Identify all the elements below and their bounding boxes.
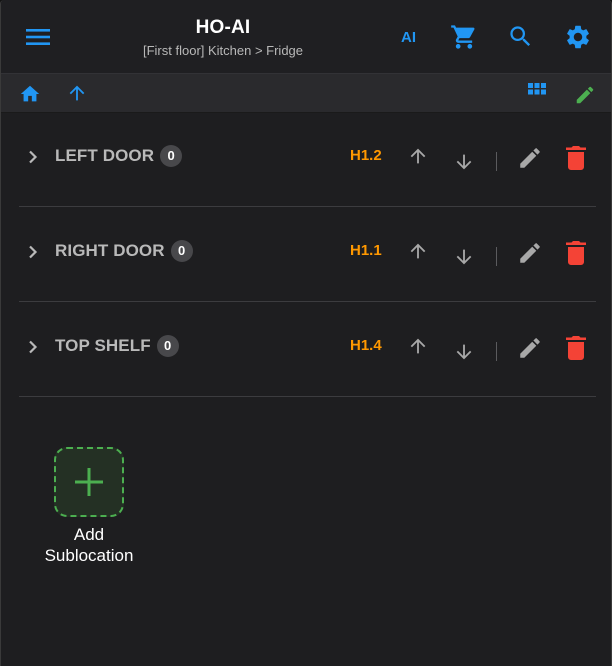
plus-icon	[75, 468, 103, 496]
gear-icon[interactable]	[564, 23, 592, 51]
edit-icon[interactable]	[517, 145, 543, 171]
arrow-up-icon[interactable]	[407, 145, 429, 167]
arrow-up-icon[interactable]	[66, 82, 88, 104]
divider	[496, 152, 497, 171]
add-label-line2: Sublocation	[44, 546, 134, 565]
location-breadcrumb: [First floor] Kitchen > Fridge	[142, 43, 304, 58]
title-block: HO-AI [First floor] Kitchen > Fridge	[1, 17, 445, 58]
sublocation-name: RIGHT DOOR 0	[55, 240, 193, 262]
cart-icon[interactable]	[450, 23, 478, 51]
list-item[interactable]: RIGHT DOOR 0 H1.1	[19, 207, 596, 302]
trash-icon[interactable]	[565, 145, 587, 171]
ai-button[interactable]: AI	[401, 29, 416, 46]
arrow-up-icon[interactable]	[407, 240, 429, 262]
arrow-down-icon[interactable]	[453, 341, 475, 363]
home-icon[interactable]	[19, 83, 41, 105]
chevron-right-icon[interactable]	[25, 149, 41, 165]
app-window: HO-AI [First floor] Kitchen > Fridge AI	[0, 0, 612, 666]
sublocation-label: TOP SHELF	[55, 336, 151, 355]
chevron-right-icon[interactable]	[25, 339, 41, 355]
add-sublocation-button[interactable]	[54, 447, 124, 517]
app-title: HO-AI	[195, 17, 251, 38]
sublocation-label: LEFT DOOR	[55, 146, 155, 165]
arrow-down-icon[interactable]	[453, 246, 475, 268]
pencil-icon[interactable]	[574, 84, 596, 106]
trash-icon[interactable]	[565, 240, 587, 266]
trash-icon[interactable]	[565, 335, 587, 361]
location-code: H1.4	[350, 337, 382, 354]
item-count-badge: 0	[170, 240, 193, 262]
arrow-down-icon[interactable]	[453, 151, 475, 173]
edit-icon[interactable]	[517, 240, 543, 266]
sublocation-name: TOP SHELF 0	[55, 335, 179, 357]
item-count-badge: 0	[156, 335, 179, 357]
item-count-badge: 0	[160, 145, 183, 167]
sublocation-name: LEFT DOOR 0	[55, 145, 183, 167]
add-sublocation-label: Add Sublocation	[29, 524, 149, 566]
grid-icon[interactable]	[527, 82, 547, 102]
list-item[interactable]: TOP SHELF 0 H1.4	[19, 302, 596, 397]
arrow-up-icon[interactable]	[407, 335, 429, 357]
location-toolbar	[1, 74, 611, 113]
location-code: H1.2	[350, 147, 382, 164]
add-label-line1: Add	[73, 525, 105, 544]
list-item[interactable]: LEFT DOOR 0 H1.2	[19, 112, 596, 207]
sublocation-label: RIGHT DOOR	[55, 241, 165, 260]
edit-icon[interactable]	[517, 335, 543, 361]
divider	[496, 342, 497, 361]
divider	[496, 247, 497, 266]
app-bar: HO-AI [First floor] Kitchen > Fridge AI	[1, 0, 611, 74]
chevron-right-icon[interactable]	[25, 244, 41, 260]
location-code: H1.1	[350, 242, 382, 259]
search-icon[interactable]	[507, 23, 534, 50]
